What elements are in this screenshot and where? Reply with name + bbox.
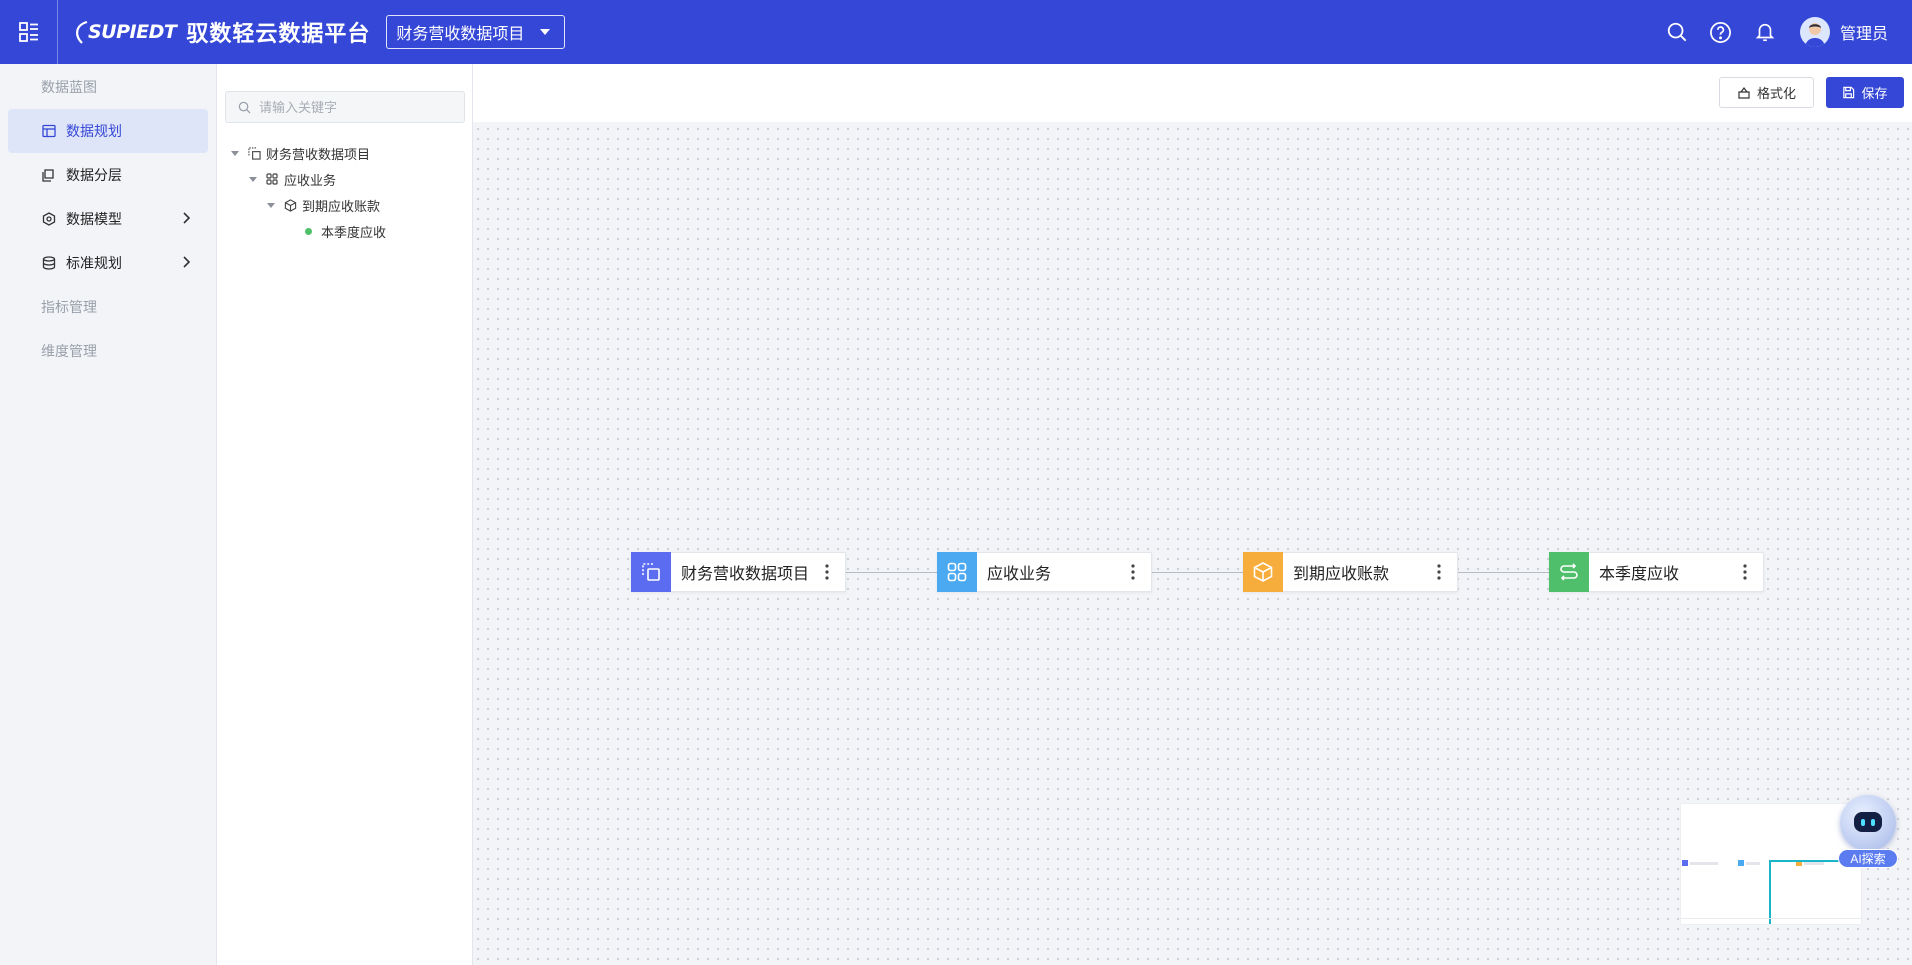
caret-down-icon[interactable] bbox=[267, 202, 275, 208]
project-icon bbox=[631, 552, 671, 592]
grid-icon bbox=[265, 172, 279, 186]
sidebar-group-blueprint[interactable]: 数据蓝图 bbox=[0, 65, 216, 109]
bell-icon bbox=[1755, 23, 1775, 42]
database-icon bbox=[41, 255, 57, 271]
notifications-button[interactable] bbox=[1752, 19, 1778, 45]
project-tree: 财务营收数据项目 应收业务 到期应收账款 本季度应收 bbox=[231, 140, 386, 244]
app-menu-button[interactable] bbox=[0, 0, 58, 64]
more-options-button[interactable] bbox=[1121, 557, 1145, 587]
more-options-button[interactable] bbox=[1427, 557, 1451, 587]
chevron-down-icon bbox=[540, 29, 551, 35]
tree-node-label: 本季度应收 bbox=[321, 224, 387, 240]
robot-icon bbox=[1840, 795, 1896, 851]
chevron-right-icon bbox=[183, 256, 191, 268]
flow-connector bbox=[1458, 572, 1551, 573]
caret-down-icon[interactable] bbox=[249, 176, 257, 182]
flow-node-receivables[interactable]: 到期应收账款 bbox=[1243, 552, 1458, 592]
sidebar-item-label: 标准规划 bbox=[66, 255, 122, 271]
flow-connector bbox=[1152, 572, 1245, 573]
sidebar-item-data-layering[interactable]: 数据分层 bbox=[8, 153, 208, 197]
top-header: SUPIEDT 驭数轻云数据平台 财务营收数据项目 管理员 bbox=[0, 0, 1912, 64]
flow-node-business[interactable]: 应收业务 bbox=[937, 552, 1152, 592]
cube-icon bbox=[283, 198, 297, 212]
user-name[interactable]: 管理员 bbox=[1840, 20, 1888, 44]
save-icon bbox=[1843, 86, 1855, 99]
flow-node-label: 应收业务 bbox=[987, 566, 1052, 583]
more-vertical-icon bbox=[825, 564, 829, 580]
minimap-viewport-edge bbox=[1769, 860, 1771, 924]
robot-face bbox=[1854, 812, 1882, 832]
project-icon bbox=[247, 146, 261, 160]
tree-node-label: 财务营收数据项目 bbox=[266, 146, 371, 162]
minimap-node bbox=[1738, 860, 1760, 866]
flow-node-quarter[interactable]: 本季度应收 bbox=[1549, 552, 1764, 592]
more-options-button[interactable] bbox=[815, 557, 839, 587]
tree-node-business[interactable]: 应收业务 bbox=[231, 166, 386, 192]
save-button[interactable]: 保存 bbox=[1826, 77, 1904, 108]
flow-connector bbox=[846, 572, 939, 573]
tree-node-receivables[interactable]: 到期应收账款 bbox=[231, 192, 386, 218]
search-icon bbox=[1667, 22, 1687, 42]
format-button[interactable]: 格式化 bbox=[1719, 77, 1814, 108]
ai-explore-label: AI探索 bbox=[1838, 849, 1898, 868]
tree-node-quarter[interactable]: 本季度应收 bbox=[231, 218, 386, 244]
header-actions: 管理员 bbox=[1646, 17, 1912, 47]
user-avatar-icon bbox=[1804, 23, 1825, 47]
sidebar-group-dimensions[interactable]: 维度管理 bbox=[0, 329, 216, 373]
help-icon bbox=[1710, 21, 1732, 43]
more-vertical-icon bbox=[1437, 564, 1441, 580]
grid-icon bbox=[937, 552, 977, 592]
sidebar-item-data-planning[interactable]: 数据规划 bbox=[8, 109, 208, 153]
search-input[interactable] bbox=[259, 99, 449, 115]
save-label: 保存 bbox=[1861, 86, 1888, 101]
chevron-right-icon bbox=[183, 212, 191, 224]
help-button[interactable] bbox=[1708, 19, 1734, 45]
layout-icon bbox=[41, 123, 57, 139]
model-icon bbox=[41, 211, 57, 227]
caret-down-icon[interactable] bbox=[231, 150, 239, 156]
flow-node-label: 到期应收账款 bbox=[1293, 566, 1390, 583]
more-vertical-icon bbox=[1743, 564, 1747, 580]
sidebar-item-data-model[interactable]: 数据模型 bbox=[8, 197, 208, 241]
sidebar: 数据蓝图 数据规划 数据分层 数据模型 标准规划 指标管理 维度管理 bbox=[0, 64, 217, 965]
canvas-toolbar: 格式化 保存 bbox=[473, 64, 1912, 122]
tree-node-label: 应收业务 bbox=[284, 172, 337, 188]
flow-canvas[interactable]: 格式化 保存 财务营收数据项目 应收业务 到期应收账款 本季度应收 AI探索 bbox=[473, 64, 1912, 965]
tree-node-project[interactable]: 财务营收数据项目 bbox=[231, 140, 386, 166]
search-icon bbox=[238, 101, 251, 114]
sidebar-item-label: 数据分层 bbox=[66, 167, 122, 183]
canvas-minimap[interactable] bbox=[1681, 804, 1861, 924]
tree-search[interactable] bbox=[225, 91, 465, 123]
project-selector[interactable]: 财务营收数据项目 bbox=[386, 15, 566, 49]
format-icon bbox=[1738, 86, 1750, 99]
flow-node-label: 本季度应收 bbox=[1599, 566, 1680, 583]
brand-logo[interactable]: SUPIEDT bbox=[74, 19, 177, 45]
sidebar-item-label: 数据模型 bbox=[66, 211, 122, 227]
sidebar-group-metrics[interactable]: 指标管理 bbox=[0, 285, 216, 329]
more-vertical-icon bbox=[1131, 564, 1135, 580]
app-title: 驭数轻云数据平台 bbox=[186, 21, 371, 46]
flow-node-project[interactable]: 财务营收数据项目 bbox=[631, 552, 846, 592]
minimap-divider bbox=[1681, 918, 1861, 919]
more-options-button[interactable] bbox=[1733, 557, 1757, 587]
layers-icon bbox=[41, 167, 57, 183]
project-selector-value: 财务营收数据项目 bbox=[396, 26, 525, 43]
cube-icon bbox=[1243, 552, 1283, 592]
flow-icon bbox=[1549, 552, 1589, 592]
sidebar-item-standard-planning[interactable]: 标准规划 bbox=[8, 241, 208, 285]
avatar[interactable] bbox=[1799, 17, 1830, 47]
logo-text: SUPIEDT bbox=[88, 21, 177, 43]
tree-panel: 财务营收数据项目 应收业务 到期应收账款 本季度应收 bbox=[217, 64, 473, 965]
minimap-node bbox=[1682, 860, 1718, 866]
logo-swoosh-icon bbox=[76, 20, 88, 44]
status-dot bbox=[305, 227, 312, 235]
flow-node-label: 财务营收数据项目 bbox=[681, 566, 810, 583]
menu-icon bbox=[18, 22, 38, 42]
sidebar-item-label: 数据规划 bbox=[66, 123, 122, 139]
format-label: 格式化 bbox=[1756, 86, 1796, 101]
ai-explore-button[interactable]: AI探索 bbox=[1835, 795, 1899, 869]
tree-node-label: 到期应收账款 bbox=[302, 198, 381, 214]
search-button[interactable] bbox=[1664, 19, 1690, 45]
